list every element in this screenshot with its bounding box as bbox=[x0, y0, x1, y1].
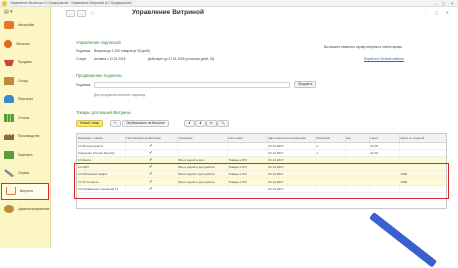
column-header[interactable]: Ед. bbox=[345, 134, 370, 143]
sidebar-item-warehouse[interactable]: Склад bbox=[0, 72, 50, 91]
item-unit bbox=[345, 142, 370, 150]
column-header[interactable]: Публикация на Витрине bbox=[125, 134, 178, 143]
sidebar-item-label: Склад bbox=[18, 78, 28, 83]
period-text: Действует до 27.01.2018 (осталось дней: … bbox=[148, 57, 215, 61]
sidebar-item-production[interactable]: Производство bbox=[0, 127, 50, 146]
wrench-icon bbox=[4, 169, 14, 178]
item-name: 1С:Бухгалтерия 8 bbox=[77, 142, 126, 150]
column-header[interactable]: Цена со скидкой bbox=[399, 134, 446, 143]
sidebar-item-label: Отчеты bbox=[18, 115, 30, 120]
sections-sidebar: ▤ ▾ Настройки Финансы Продажи Склад Перс… bbox=[0, 7, 51, 248]
star-icon[interactable]: ☆ bbox=[90, 10, 95, 17]
form-nav-toolbar: ← → ☆ bbox=[66, 10, 95, 17]
column-header[interactable]: Цена bbox=[369, 134, 400, 143]
app-logo-icon bbox=[2, 1, 7, 6]
cart-icon bbox=[6, 187, 16, 195]
window-title: Управление бизнесом 1С:Предприятие - Упр… bbox=[10, 1, 132, 5]
column-header[interactable]: Категория bbox=[227, 134, 268, 143]
window-title-bar: Управление бизнесом 1С:Предприятие - Упр… bbox=[0, 0, 458, 7]
item-discount-price bbox=[399, 142, 446, 150]
move-down-button[interactable]: ⬇ bbox=[195, 120, 206, 127]
sidebar-item-label: Финансы bbox=[16, 41, 30, 46]
forward-button[interactable]: → bbox=[77, 10, 86, 17]
storefront-management-form: ← → ☆ Управление Витриной ⋮ ▢ ✕ Управлен… bbox=[52, 7, 458, 268]
sidebar-item-settings[interactable]: Настройки bbox=[0, 16, 50, 35]
sidebar-item-label: Продажи bbox=[18, 60, 32, 65]
column-header[interactable]: Описание bbox=[177, 134, 228, 143]
money-icon bbox=[4, 150, 14, 159]
publish-button[interactable]: Опубликовать на Витрине bbox=[122, 120, 169, 127]
gear-icon bbox=[4, 204, 14, 213]
table-row[interactable]: 1С:Бухгалтерия 8 ✔ 01.12.2017 1 21 00 bbox=[77, 142, 446, 150]
table-header-row: Название товара Публикация на Витрине Оп… bbox=[77, 134, 446, 143]
move-up-button[interactable]: ⬆ bbox=[184, 120, 195, 127]
sidebar-item-label: Администрирование bbox=[18, 206, 50, 211]
sidebar-item-service[interactable]: Сервис bbox=[0, 164, 50, 183]
promotion-field-label: Подписка: bbox=[76, 83, 92, 87]
item-date: 01.12.2017 bbox=[267, 149, 316, 157]
chart-icon bbox=[4, 113, 14, 122]
tariff-change-note: Вы можете изменить тариф витрины в любое… bbox=[324, 45, 402, 49]
subscription-input[interactable] bbox=[94, 82, 290, 88]
basket-icon bbox=[4, 59, 14, 67]
item-description bbox=[177, 149, 228, 157]
item-description bbox=[177, 142, 228, 150]
promotion-section-title: Продвижение подписки bbox=[76, 73, 122, 78]
extend-button[interactable]: Продлить bbox=[294, 81, 317, 88]
window-controls[interactable]: – ▢ ✕ bbox=[434, 1, 456, 6]
item-price: 21 00 bbox=[369, 142, 400, 150]
sidebar-item-label: Настройки bbox=[18, 23, 35, 28]
table-row[interactable]: Kaspersky Internet Security ✔ 01.12.2017… bbox=[77, 149, 446, 157]
item-discount-price bbox=[399, 149, 446, 157]
sidebar-item-label: Зарплата bbox=[18, 152, 33, 157]
sidebar-item-sales[interactable]: Продажи bbox=[0, 53, 50, 72]
sidebar-item-salary[interactable]: Зарплата bbox=[0, 146, 50, 165]
people-icon bbox=[4, 95, 14, 104]
box-icon bbox=[4, 76, 14, 85]
column-header[interactable]: Минимум bbox=[315, 134, 346, 143]
tariff-label: Подписка: bbox=[76, 49, 92, 53]
tariff-value: Витрина до 1 000 товаров (в 30 дней) bbox=[94, 49, 150, 53]
item-min: 1 bbox=[315, 149, 346, 157]
item-unit bbox=[345, 149, 370, 157]
item-min: 1 bbox=[315, 142, 346, 150]
sidebar-item-storefront[interactable]: Витрина bbox=[1, 182, 49, 200]
search-button[interactable]: 🔍 bbox=[217, 120, 229, 127]
sidebar-item-label: Витрина bbox=[20, 189, 33, 193]
refresh-button[interactable]: ⟳ bbox=[206, 120, 217, 127]
sidebar-item-admin[interactable]: Администрирование bbox=[0, 200, 50, 219]
sidebar-menu-toggle[interactable]: ▤ ▾ bbox=[0, 7, 50, 16]
item-date: 01.12.2017 bbox=[267, 142, 316, 150]
sidebar-item-label: Сервис bbox=[18, 171, 30, 176]
item-price: 21 00 bbox=[369, 149, 400, 157]
published-check-icon[interactable]: ✔ bbox=[125, 142, 178, 150]
sidebar-item-staff[interactable]: Персонал bbox=[0, 90, 50, 109]
item-name: Kaspersky Internet Security bbox=[77, 149, 126, 157]
back-button[interactable]: ← bbox=[66, 10, 75, 17]
page-title: Управление Витриной bbox=[132, 9, 204, 16]
new-item-button[interactable]: Новый товар bbox=[76, 120, 104, 127]
published-check-icon[interactable]: ✔ bbox=[125, 149, 178, 157]
subscription-section-title: Управление подпиской bbox=[76, 40, 121, 45]
item-category bbox=[227, 149, 268, 157]
puzzle-icon bbox=[4, 21, 14, 30]
ruble-icon bbox=[4, 39, 12, 48]
status-label: Статус: bbox=[76, 57, 87, 61]
status-value: Активна с 12.01.2018 bbox=[94, 57, 126, 61]
highlight-annotation-box bbox=[74, 163, 449, 199]
edit-button[interactable]: ✎ bbox=[110, 120, 121, 127]
factory-icon bbox=[4, 133, 14, 141]
column-header[interactable]: Дата внесения изменения bbox=[267, 134, 316, 143]
annotation-stroke bbox=[369, 212, 438, 268]
goods-section-title: Товары для вашей Витрины bbox=[76, 110, 131, 115]
promotion-hint: Для продления оплатите подписку bbox=[94, 93, 146, 97]
column-header[interactable]: Название товара bbox=[77, 134, 126, 143]
sidebar-item-label: Производство bbox=[18, 134, 40, 139]
form-window-controls[interactable]: ⋮ ▢ ✕ bbox=[424, 10, 452, 15]
sidebar-item-reports[interactable]: Отчеты bbox=[0, 109, 50, 128]
sidebar-item-label: Персонал bbox=[18, 97, 34, 102]
sidebar-item-finance[interactable]: Финансы bbox=[0, 35, 50, 54]
item-category bbox=[227, 142, 268, 150]
personal-account-link[interactable]: Перейти в Личный кабинет bbox=[364, 57, 404, 61]
